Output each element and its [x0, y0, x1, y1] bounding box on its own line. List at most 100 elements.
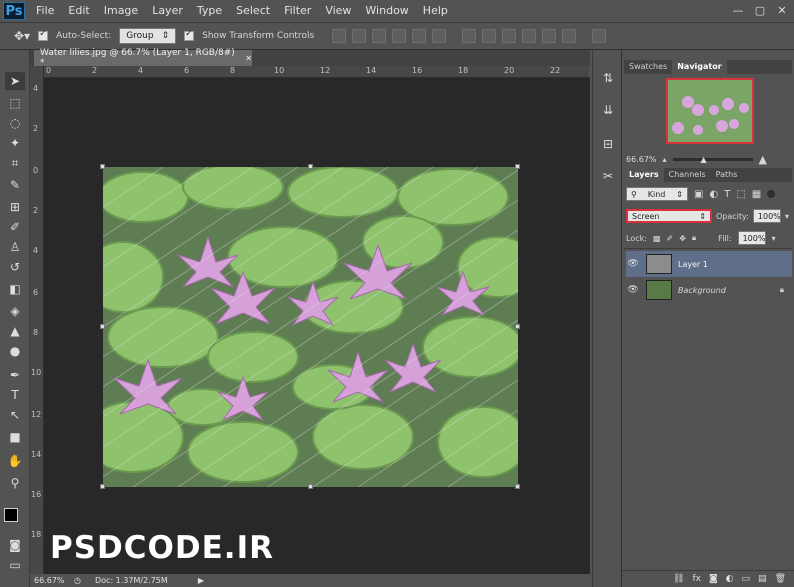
- transform-handle[interactable]: [100, 484, 105, 489]
- document-tab[interactable]: Water lilies.jpg @ 66.7% (Layer 1, RGB/8…: [34, 48, 252, 68]
- tab-channels[interactable]: Channels: [664, 168, 711, 182]
- pen-icon[interactable]: ✒: [5, 366, 25, 384]
- show-transform-checkbox[interactable]: [184, 29, 195, 41]
- layer-row-layer-1[interactable]: 👁︎ Layer 1: [626, 251, 792, 277]
- menu-window[interactable]: Window: [358, 0, 415, 22]
- zoom-icon[interactable]: ⚲: [5, 474, 25, 492]
- filter-pixel-icon[interactable]: ▣: [694, 189, 703, 200]
- lock-image-icon[interactable]: ✐: [667, 234, 674, 243]
- eraser-icon[interactable]: ◧: [5, 280, 25, 298]
- align-vcenter-icon[interactable]: [352, 29, 367, 43]
- zoom-slider[interactable]: ▲: [672, 155, 753, 164]
- transform-handle[interactable]: [100, 324, 105, 329]
- eyedropper-icon[interactable]: ✎: [5, 176, 25, 194]
- filter-toggle[interactable]: [767, 190, 776, 198]
- tab-swatches[interactable]: Swatches: [624, 60, 672, 74]
- menu-select[interactable]: Select: [229, 0, 277, 22]
- auto-align-icon[interactable]: [592, 29, 607, 43]
- visibility-eye-icon[interactable]: 👁︎: [626, 285, 640, 295]
- menu-edit[interactable]: Edit: [61, 0, 96, 22]
- zoom-level[interactable]: 66.67%: [30, 576, 66, 585]
- lock-all-icon[interactable]: 🔒︎: [692, 233, 696, 243]
- distribute-vcenter-icon[interactable]: [482, 29, 497, 43]
- transform-handle[interactable]: [308, 484, 313, 489]
- add-mask-icon[interactable]: ◙: [709, 574, 718, 584]
- filter-smart-object-icon[interactable]: ▦: [752, 189, 761, 200]
- distribute-hcenter-icon[interactable]: [542, 29, 557, 43]
- zoom-in-icon[interactable]: ▲: [759, 153, 767, 166]
- delete-layer-icon[interactable]: 🗑︎: [775, 574, 786, 584]
- filter-shape-icon[interactable]: ⬚: [736, 189, 745, 200]
- screen-mode-icon[interactable]: ▭: [5, 556, 25, 574]
- lasso-icon[interactable]: ◌: [5, 114, 25, 132]
- filter-type-icon[interactable]: T: [724, 189, 730, 200]
- tab-layers[interactable]: Layers: [624, 168, 664, 182]
- tab-paths[interactable]: Paths: [711, 168, 743, 182]
- magic-wand-icon[interactable]: ✦: [5, 134, 25, 152]
- water-lilies-photo[interactable]: [103, 167, 518, 487]
- auto-select-dropdown[interactable]: Group ⇕: [119, 28, 177, 44]
- layer-name[interactable]: Layer 1: [678, 260, 708, 269]
- history-icon[interactable]: ⇅: [598, 68, 618, 88]
- crop-icon[interactable]: ⌗: [5, 154, 25, 172]
- move-tool-preset-icon[interactable]: ✥▾: [14, 29, 30, 43]
- path-select-icon[interactable]: ↖: [5, 406, 25, 424]
- align-top-icon[interactable]: [332, 29, 347, 43]
- close-tab-icon[interactable]: ✕: [245, 54, 252, 63]
- transform-handle[interactable]: [100, 164, 105, 169]
- menu-layer[interactable]: Layer: [145, 0, 190, 22]
- brush-icon[interactable]: ✐: [5, 218, 25, 236]
- transform-handle[interactable]: [515, 324, 520, 329]
- align-bottom-icon[interactable]: [372, 29, 387, 43]
- navigator-zoom-value[interactable]: 66.67%: [624, 155, 657, 164]
- gradient-icon[interactable]: ◈: [5, 302, 25, 320]
- menu-file[interactable]: File: [29, 0, 61, 22]
- link-layers-icon[interactable]: ⛓: [673, 574, 684, 584]
- history-brush-icon[interactable]: ↺: [5, 258, 25, 276]
- align-left-icon[interactable]: [392, 29, 407, 43]
- blend-mode-dropdown[interactable]: Screen ⇕: [626, 209, 712, 223]
- visibility-eye-icon[interactable]: 👁︎: [626, 259, 640, 269]
- fill-input[interactable]: 100%: [737, 231, 766, 245]
- healing-icon[interactable]: ⊞: [5, 198, 25, 216]
- menu-view[interactable]: View: [318, 0, 358, 22]
- navigator-thumbnail[interactable]: [666, 78, 754, 144]
- align-hcenter-icon[interactable]: [412, 29, 427, 43]
- lock-position-icon[interactable]: ✥: [679, 234, 686, 243]
- transform-handle[interactable]: [308, 164, 313, 169]
- distribute-right-icon[interactable]: [562, 29, 577, 43]
- opacity-input[interactable]: 100%: [752, 209, 781, 223]
- transform-handle[interactable]: [515, 484, 520, 489]
- type-icon[interactable]: T: [5, 386, 25, 404]
- minimize-button[interactable]: —: [730, 3, 746, 18]
- foreground-color-swatch[interactable]: [4, 508, 18, 522]
- distribute-left-icon[interactable]: [522, 29, 537, 43]
- blur-icon[interactable]: ▲: [5, 322, 25, 340]
- menu-filter[interactable]: Filter: [277, 0, 318, 22]
- menu-type[interactable]: Type: [190, 0, 229, 22]
- distribute-bottom-icon[interactable]: [502, 29, 517, 43]
- status-menu-arrow[interactable]: ▶: [198, 576, 204, 585]
- align-right-icon[interactable]: [432, 29, 447, 43]
- move-icon[interactable]: ➤: [5, 72, 25, 90]
- filter-adjustment-icon[interactable]: ◐: [709, 189, 718, 200]
- transform-handle[interactable]: [515, 164, 520, 169]
- zoom-out-icon[interactable]: ▴: [663, 155, 667, 164]
- layer-style-icon[interactable]: fx: [692, 574, 701, 584]
- menu-help[interactable]: Help: [416, 0, 455, 22]
- lock-transparent-icon[interactable]: ▩: [653, 234, 661, 243]
- close-window-button[interactable]: ✕: [774, 3, 790, 18]
- opacity-dropdown-icon[interactable]: ▾: [785, 212, 789, 221]
- fill-dropdown-icon[interactable]: ▾: [772, 234, 776, 243]
- new-layer-icon[interactable]: ▤: [758, 574, 767, 584]
- stamp-icon[interactable]: ♙: [5, 238, 25, 256]
- actions-icon[interactable]: ⇊: [598, 100, 618, 120]
- zoom-slider-thumb[interactable]: ▲: [701, 155, 707, 164]
- layer-name[interactable]: Background: [678, 286, 780, 295]
- marquee-icon[interactable]: ⬚: [5, 94, 25, 112]
- kind-filter-dropdown[interactable]: ⚲ Kind ⇕: [626, 187, 688, 201]
- properties-icon[interactable]: ⊟: [598, 134, 618, 154]
- hand-icon[interactable]: ✋: [5, 452, 25, 470]
- dodge-icon[interactable]: ●: [5, 342, 25, 360]
- layer-row-background[interactable]: 👁︎ Background 🔒︎: [626, 277, 792, 303]
